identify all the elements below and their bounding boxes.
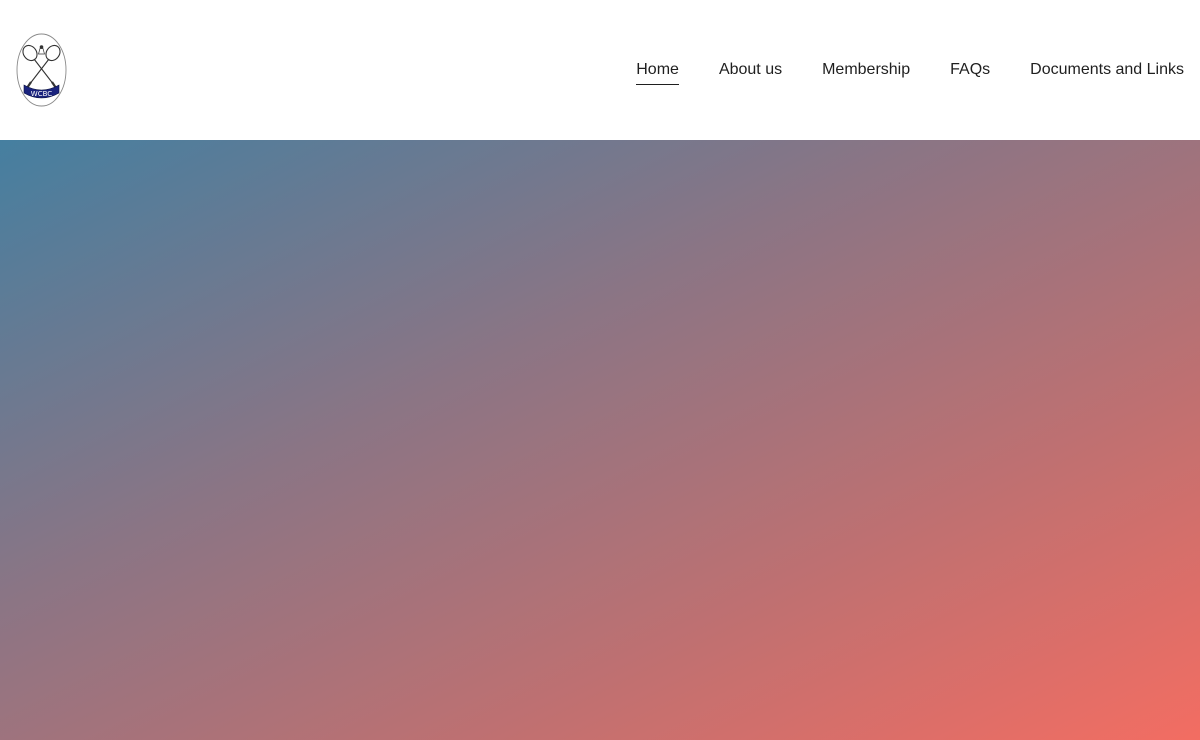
site-header: WCBC Home About us Membership FAQs Docum… <box>0 0 1200 140</box>
club-logo[interactable]: WCBC <box>16 33 67 107</box>
nav-about-us[interactable]: About us <box>719 59 782 85</box>
nav-membership[interactable]: Membership <box>822 59 910 85</box>
nav-faqs[interactable]: FAQs <box>950 59 990 85</box>
crossed-rackets-icon: WCBC <box>16 33 67 107</box>
nav-home[interactable]: Home <box>636 59 679 85</box>
main-nav: Home About us Membership FAQs Documents … <box>636 59 1184 85</box>
nav-documents-and-links[interactable]: Documents and Links <box>1030 59 1184 85</box>
hero-banner <box>0 140 1200 740</box>
logo-text: WCBC <box>31 90 52 98</box>
